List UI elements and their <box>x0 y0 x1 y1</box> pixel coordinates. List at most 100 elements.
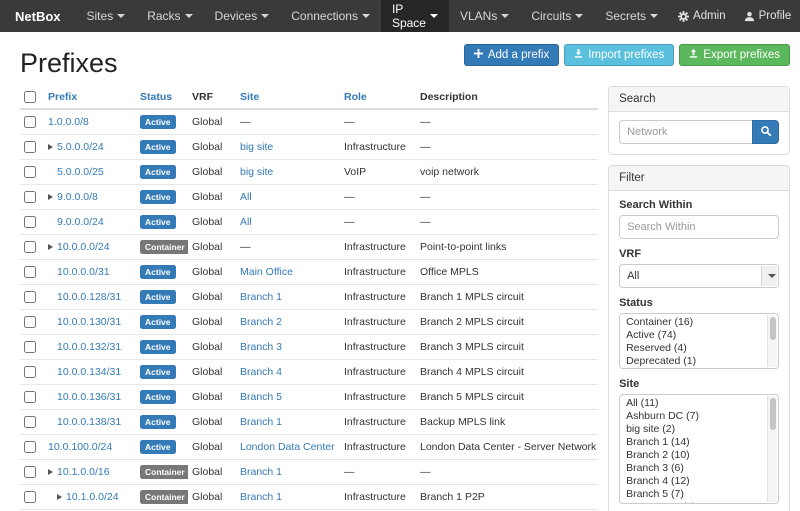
prefix-link[interactable]: 5.0.0.0/24 <box>57 141 104 153</box>
row-checkbox[interactable] <box>24 391 36 403</box>
expand-caret-icon <box>48 469 53 475</box>
site-link[interactable]: Branch 5 <box>240 391 282 403</box>
row-checkbox[interactable] <box>24 216 36 228</box>
row-checkbox[interactable] <box>24 441 36 453</box>
prefix-link[interactable]: 10.0.100.0/24 <box>48 441 112 453</box>
multiselect-option[interactable]: Ashburn DC (7) <box>626 410 764 423</box>
filter-input-search-within[interactable] <box>619 215 779 239</box>
prefix-link[interactable]: 9.0.0.0/24 <box>57 216 104 228</box>
vrf-value: Global <box>192 366 222 378</box>
prefix-link[interactable]: 10.0.0.132/31 <box>57 341 121 353</box>
site-link[interactable]: Branch 1 <box>240 416 282 428</box>
row-checkbox[interactable] <box>24 191 36 203</box>
row-checkbox[interactable] <box>24 266 36 278</box>
row-checkbox[interactable] <box>24 366 36 378</box>
prefix-link[interactable]: 10.0.0.0/24 <box>57 241 110 253</box>
vrf-value: Global <box>192 441 222 453</box>
add-a-prefix-button[interactable]: Add a prefix <box>464 44 559 66</box>
site-link[interactable]: big site <box>240 141 273 153</box>
row-checkbox[interactable] <box>24 491 36 503</box>
prefix-link[interactable]: 10.1.0.0/16 <box>57 466 110 478</box>
status-badge: Active <box>140 440 176 454</box>
role-value: Infrastructure <box>344 491 406 503</box>
multiselect-option[interactable]: Branch 3 (6) <box>626 462 764 475</box>
row-checkbox[interactable] <box>24 316 36 328</box>
row-checkbox[interactable] <box>24 291 36 303</box>
multiselect-option[interactable]: Branch 5 (7) <box>626 488 764 501</box>
prefix-link[interactable]: 5.0.0.0/25 <box>57 166 104 178</box>
scrollbar[interactable] <box>767 315 777 367</box>
scrollbar[interactable] <box>767 396 777 502</box>
nav-item-circuits[interactable]: Circuits <box>520 0 594 32</box>
column-header-role[interactable]: Role <box>340 86 416 109</box>
vrf-value: Global <box>192 466 222 478</box>
select-all-checkbox[interactable] <box>24 91 36 103</box>
prefix-link[interactable]: 10.0.0.128/31 <box>57 291 121 303</box>
row-checkbox[interactable] <box>24 241 36 253</box>
export-prefixes-button[interactable]: Export prefixes <box>679 44 790 66</box>
multiselect-option[interactable]: Branch 4 (12) <box>626 475 764 488</box>
column-header-status[interactable]: Status <box>136 86 188 109</box>
row-checkbox[interactable] <box>24 416 36 428</box>
row-checkbox[interactable] <box>24 166 36 178</box>
prefix-link[interactable]: 9.0.0.0/8 <box>57 191 98 203</box>
column-header-description: Description <box>416 86 598 109</box>
site-link[interactable]: Branch 1 <box>240 291 282 303</box>
row-checkbox[interactable] <box>24 466 36 478</box>
nav-item-ip-space[interactable]: IP Space <box>381 0 449 32</box>
nav-item-sites[interactable]: Sites <box>76 0 137 32</box>
nav-item-profile[interactable]: Profile <box>735 0 800 32</box>
select-dropdown-button[interactable] <box>761 266 777 286</box>
prefix-link[interactable]: 10.0.0.130/31 <box>57 316 121 328</box>
row-checkbox[interactable] <box>24 341 36 353</box>
gear-icon <box>678 11 689 22</box>
import-prefixes-button[interactable]: Import prefixes <box>564 44 674 66</box>
nav-item-admin[interactable]: Admin <box>669 0 735 32</box>
scrollbar-thumb[interactable] <box>770 398 776 430</box>
nav-item-connections[interactable]: Connections <box>280 0 381 32</box>
nav-item-vlans[interactable]: VLANs <box>449 0 520 32</box>
multiselect-option[interactable]: Branch 1 (14) <box>626 436 764 449</box>
multiselect-option[interactable]: All (11) <box>626 397 764 410</box>
multiselect-option[interactable]: Branch 2 (10) <box>626 449 764 462</box>
role-value: Infrastructure <box>344 416 406 428</box>
vrf-value: Global <box>192 241 222 253</box>
brand-logo[interactable]: NetBox <box>0 0 76 32</box>
prefix-link[interactable]: 10.0.0.0/31 <box>57 266 110 278</box>
prefix-link[interactable]: 10.0.0.134/31 <box>57 366 121 378</box>
search-button[interactable] <box>752 120 779 144</box>
multiselect-option[interactable]: COLO-1 24 (0) <box>626 501 764 504</box>
site-link[interactable]: Branch 3 <box>240 341 282 353</box>
site-link[interactable]: London Data Center <box>240 441 335 453</box>
table-row: 5.0.0.0/25ActiveGlobalbig siteVoIPvoip n… <box>20 160 598 185</box>
nav-item-secrets[interactable]: Secrets <box>594 0 669 32</box>
prefix-link[interactable]: 10.0.0.136/31 <box>57 391 121 403</box>
scrollbar-thumb[interactable] <box>770 317 776 340</box>
multiselect-option[interactable]: Active (74) <box>626 329 764 342</box>
row-checkbox[interactable] <box>24 116 36 128</box>
nav-item-devices[interactable]: Devices <box>204 0 281 32</box>
filter-select-vrf[interactable]: All <box>619 264 779 288</box>
site-link[interactable]: Main Office <box>240 266 293 278</box>
site-link[interactable]: Branch 4 <box>240 366 282 378</box>
site-link[interactable]: All <box>240 191 252 203</box>
multiselect-option[interactable]: Container (16) <box>626 316 764 329</box>
nav-item-racks[interactable]: Racks <box>136 0 203 32</box>
site-link[interactable]: Branch 1 <box>240 466 282 478</box>
prefix-link[interactable]: 1.0.0.0/8 <box>48 116 89 128</box>
site-link[interactable]: big site <box>240 166 273 178</box>
multiselect-option[interactable]: Deprecated (1) <box>626 355 764 368</box>
site-link[interactable]: Branch 1 <box>240 491 282 503</box>
column-header-prefix[interactable]: Prefix <box>44 86 136 109</box>
table-row: 10.0.100.0/24 Active Global London Data Cen… <box>20 435 598 460</box>
column-header-site[interactable]: Site <box>236 86 340 109</box>
prefix-link[interactable]: 10.1.0.0/24 <box>66 491 119 503</box>
multiselect-option[interactable]: big site (2) <box>626 423 764 436</box>
site-link[interactable]: All <box>240 216 252 228</box>
site-link[interactable]: Branch 2 <box>240 316 282 328</box>
prefix-list: PrefixStatusVRFSiteRoleDescription 1.0.0… <box>20 86 598 511</box>
row-checkbox[interactable] <box>24 141 36 153</box>
search-input[interactable] <box>619 120 752 144</box>
multiselect-option[interactable]: Reserved (4) <box>626 342 764 355</box>
prefix-link[interactable]: 10.0.0.138/31 <box>57 416 121 428</box>
